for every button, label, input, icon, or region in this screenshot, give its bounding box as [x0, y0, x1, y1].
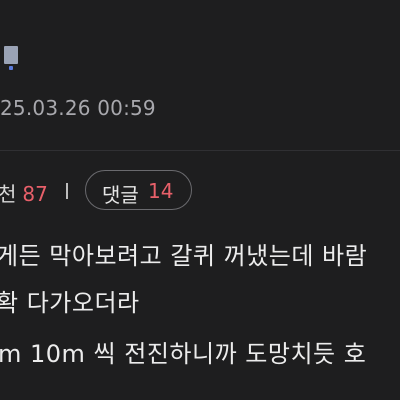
recommend-label: 천 [0, 182, 17, 206]
file-icon-body [4, 46, 18, 64]
comments-button[interactable]: 댓글 14 [85, 170, 192, 210]
recommend-stat[interactable]: 천 87 [0, 178, 48, 207]
file-icon-indicator [9, 66, 13, 70]
post-body-line: 게든 막아보려고 갈퀴 꺼냈는데 바람 [0, 242, 368, 270]
recommend-count: 87 [22, 182, 48, 206]
divider [0, 150, 400, 151]
post-view: 25.03.26 00:59 천 87 댓글 14 게든 막아보려고 갈퀴 꺼냈는… [0, 0, 400, 400]
stat-separator [66, 183, 68, 199]
post-body-line: 확 다가오더라 [0, 289, 140, 317]
post-timestamp: 25.03.26 00:59 [0, 96, 156, 120]
comments-count: 14 [148, 179, 174, 203]
file-icon[interactable] [4, 46, 18, 70]
post-stats-bar: 천 87 댓글 14 [0, 170, 400, 212]
post-body-line: m 10m 씩 전진하니까 도망치듯 호 [0, 340, 367, 368]
comments-label: 댓글 [102, 183, 139, 207]
